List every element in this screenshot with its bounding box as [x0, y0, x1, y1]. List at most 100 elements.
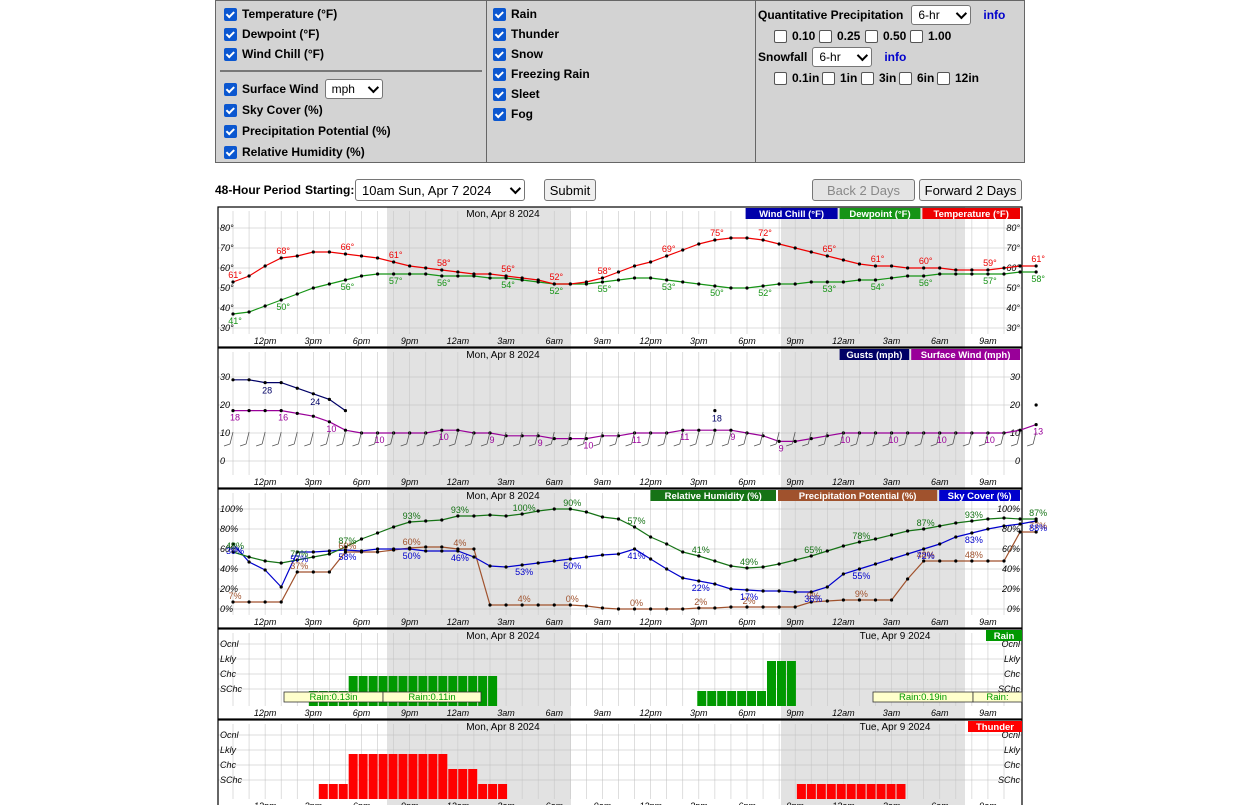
wind-point: [536, 434, 540, 438]
x-tick-label: 12pm: [254, 336, 277, 346]
pop-point: [632, 607, 637, 611]
dewpoint-data-label: 56°: [437, 278, 451, 288]
pop-point: [729, 605, 733, 609]
snowfall-4[interactable]: 12in: [937, 68, 979, 88]
snowfall-2[interactable]: 3in: [861, 68, 896, 88]
option-col2-0[interactable]: Rain: [493, 4, 537, 24]
bar: [338, 784, 348, 799]
checkbox-surface-wind[interactable]: [224, 82, 237, 96]
wind-unit-select[interactable]: mph: [324, 79, 383, 99]
snowfall-1[interactable]: 1in: [822, 68, 857, 88]
wind-point: [649, 431, 653, 435]
checkbox[interactable]: [493, 87, 506, 101]
wind-barb: [422, 431, 427, 445]
wind-data-label: 18: [230, 413, 240, 423]
x-tick-label: 9am: [979, 801, 997, 805]
wind-point: [568, 437, 572, 441]
snowfall-select[interactable]: 6-hr: [812, 47, 873, 67]
wind-point: [456, 428, 460, 432]
qpf-0[interactable]: 0.10: [774, 26, 815, 46]
surface-wind-option[interactable]: Surface Wind mph: [224, 79, 383, 99]
wind-data-label: 16: [278, 413, 288, 423]
option-col2-4[interactable]: Sleet: [493, 84, 540, 104]
qpf-1[interactable]: 0.25: [819, 26, 860, 46]
wind-barb: [432, 443, 439, 447]
checkbox[interactable]: [774, 71, 787, 85]
pop-data-label: 77%: [1029, 521, 1047, 531]
bar: [398, 676, 408, 706]
option-col1-2[interactable]: Wind Chill (°F): [224, 44, 324, 64]
rh-point: [504, 514, 508, 518]
checkbox[interactable]: [224, 103, 237, 117]
sky-point: [600, 553, 605, 557]
pop-point: [263, 600, 267, 604]
qpf-2[interactable]: 0.50: [865, 26, 906, 46]
checkbox[interactable]: [224, 47, 237, 61]
bar: [388, 754, 398, 799]
y-tick-right: SChc: [998, 775, 1021, 785]
sky-point: [327, 549, 331, 553]
wind-point: [729, 428, 733, 432]
bar: [488, 784, 498, 799]
bar: [398, 754, 408, 799]
checkbox[interactable]: [865, 29, 878, 43]
y-tick-right: 80%: [1002, 524, 1020, 534]
qpf-info-link[interactable]: info: [983, 8, 1005, 22]
checkbox[interactable]: [493, 67, 506, 81]
checkbox[interactable]: [493, 7, 506, 21]
back-2-days-button[interactable]: Back 2 Days: [812, 179, 915, 201]
forward-2-days-button[interactable]: Forward 2 Days: [919, 179, 1022, 201]
chevron-down-icon: [367, 81, 379, 94]
dewpoint-point: [231, 312, 235, 316]
qpf-3[interactable]: 1.00: [910, 26, 951, 46]
submit-button[interactable]: Submit: [544, 179, 596, 201]
option-col2-2[interactable]: Snow: [493, 44, 543, 64]
wind-data-label: 10: [937, 435, 947, 445]
checkbox[interactable]: [937, 71, 950, 85]
wind-point: [681, 428, 685, 432]
x-tick-label: 6am: [545, 477, 563, 487]
temperature-data-label: 66°: [341, 242, 355, 252]
checkbox[interactable]: [493, 47, 506, 61]
start-date-select[interactable]: 10am Sun, Apr 7 2024: [355, 179, 525, 201]
checkbox[interactable]: [910, 29, 923, 43]
checkbox[interactable]: [224, 7, 237, 21]
option-col1-1[interactable]: Dewpoint (°F): [224, 24, 319, 44]
rh-point: [857, 540, 862, 544]
checkbox[interactable]: [899, 71, 912, 85]
snowfall-info-link[interactable]: info: [884, 50, 906, 64]
night-shade: [781, 629, 965, 719]
wind-barb: [486, 431, 491, 445]
checkbox[interactable]: [224, 124, 237, 138]
option-label: Wind Chill (°F): [242, 47, 325, 61]
panel-border: [217, 347, 1023, 489]
checkbox[interactable]: [493, 27, 506, 41]
checkbox[interactable]: [224, 27, 237, 41]
snowfall-0[interactable]: 0.1in: [774, 68, 819, 88]
sky-data-label: 53%: [515, 567, 533, 577]
option-col1b-0[interactable]: Sky Cover (%): [224, 100, 323, 120]
option-col1b-1[interactable]: Precipitation Potential (%): [224, 121, 391, 141]
wind-barb: [352, 443, 359, 447]
snowfall-3[interactable]: 6in: [899, 68, 934, 88]
option-label: Relative Humidity (%): [242, 145, 365, 159]
checkbox[interactable]: [822, 71, 835, 85]
checkbox[interactable]: [493, 107, 506, 121]
option-col1b-2[interactable]: Relative Humidity (%): [224, 142, 365, 162]
checkbox[interactable]: [819, 29, 832, 43]
option-col1-0[interactable]: Temperature (°F): [224, 4, 337, 24]
checkbox[interactable]: [861, 71, 874, 85]
gusts-point: [279, 381, 283, 385]
option-col2-3[interactable]: Freezing Rain: [493, 64, 590, 84]
wind-barb: [802, 443, 809, 447]
qpf-select[interactable]: 6-hr: [911, 5, 972, 25]
wind-barb: [888, 431, 892, 445]
checkbox[interactable]: [774, 29, 787, 43]
temperature-point: [359, 254, 364, 258]
checkbox[interactable]: [224, 145, 237, 159]
wind-barb: [753, 443, 761, 447]
pop-data-label: 48%: [965, 550, 983, 560]
option-col2-5[interactable]: Fog: [493, 104, 533, 124]
x-tick-label: 3am: [883, 477, 901, 487]
option-col2-1[interactable]: Thunder: [493, 24, 559, 44]
